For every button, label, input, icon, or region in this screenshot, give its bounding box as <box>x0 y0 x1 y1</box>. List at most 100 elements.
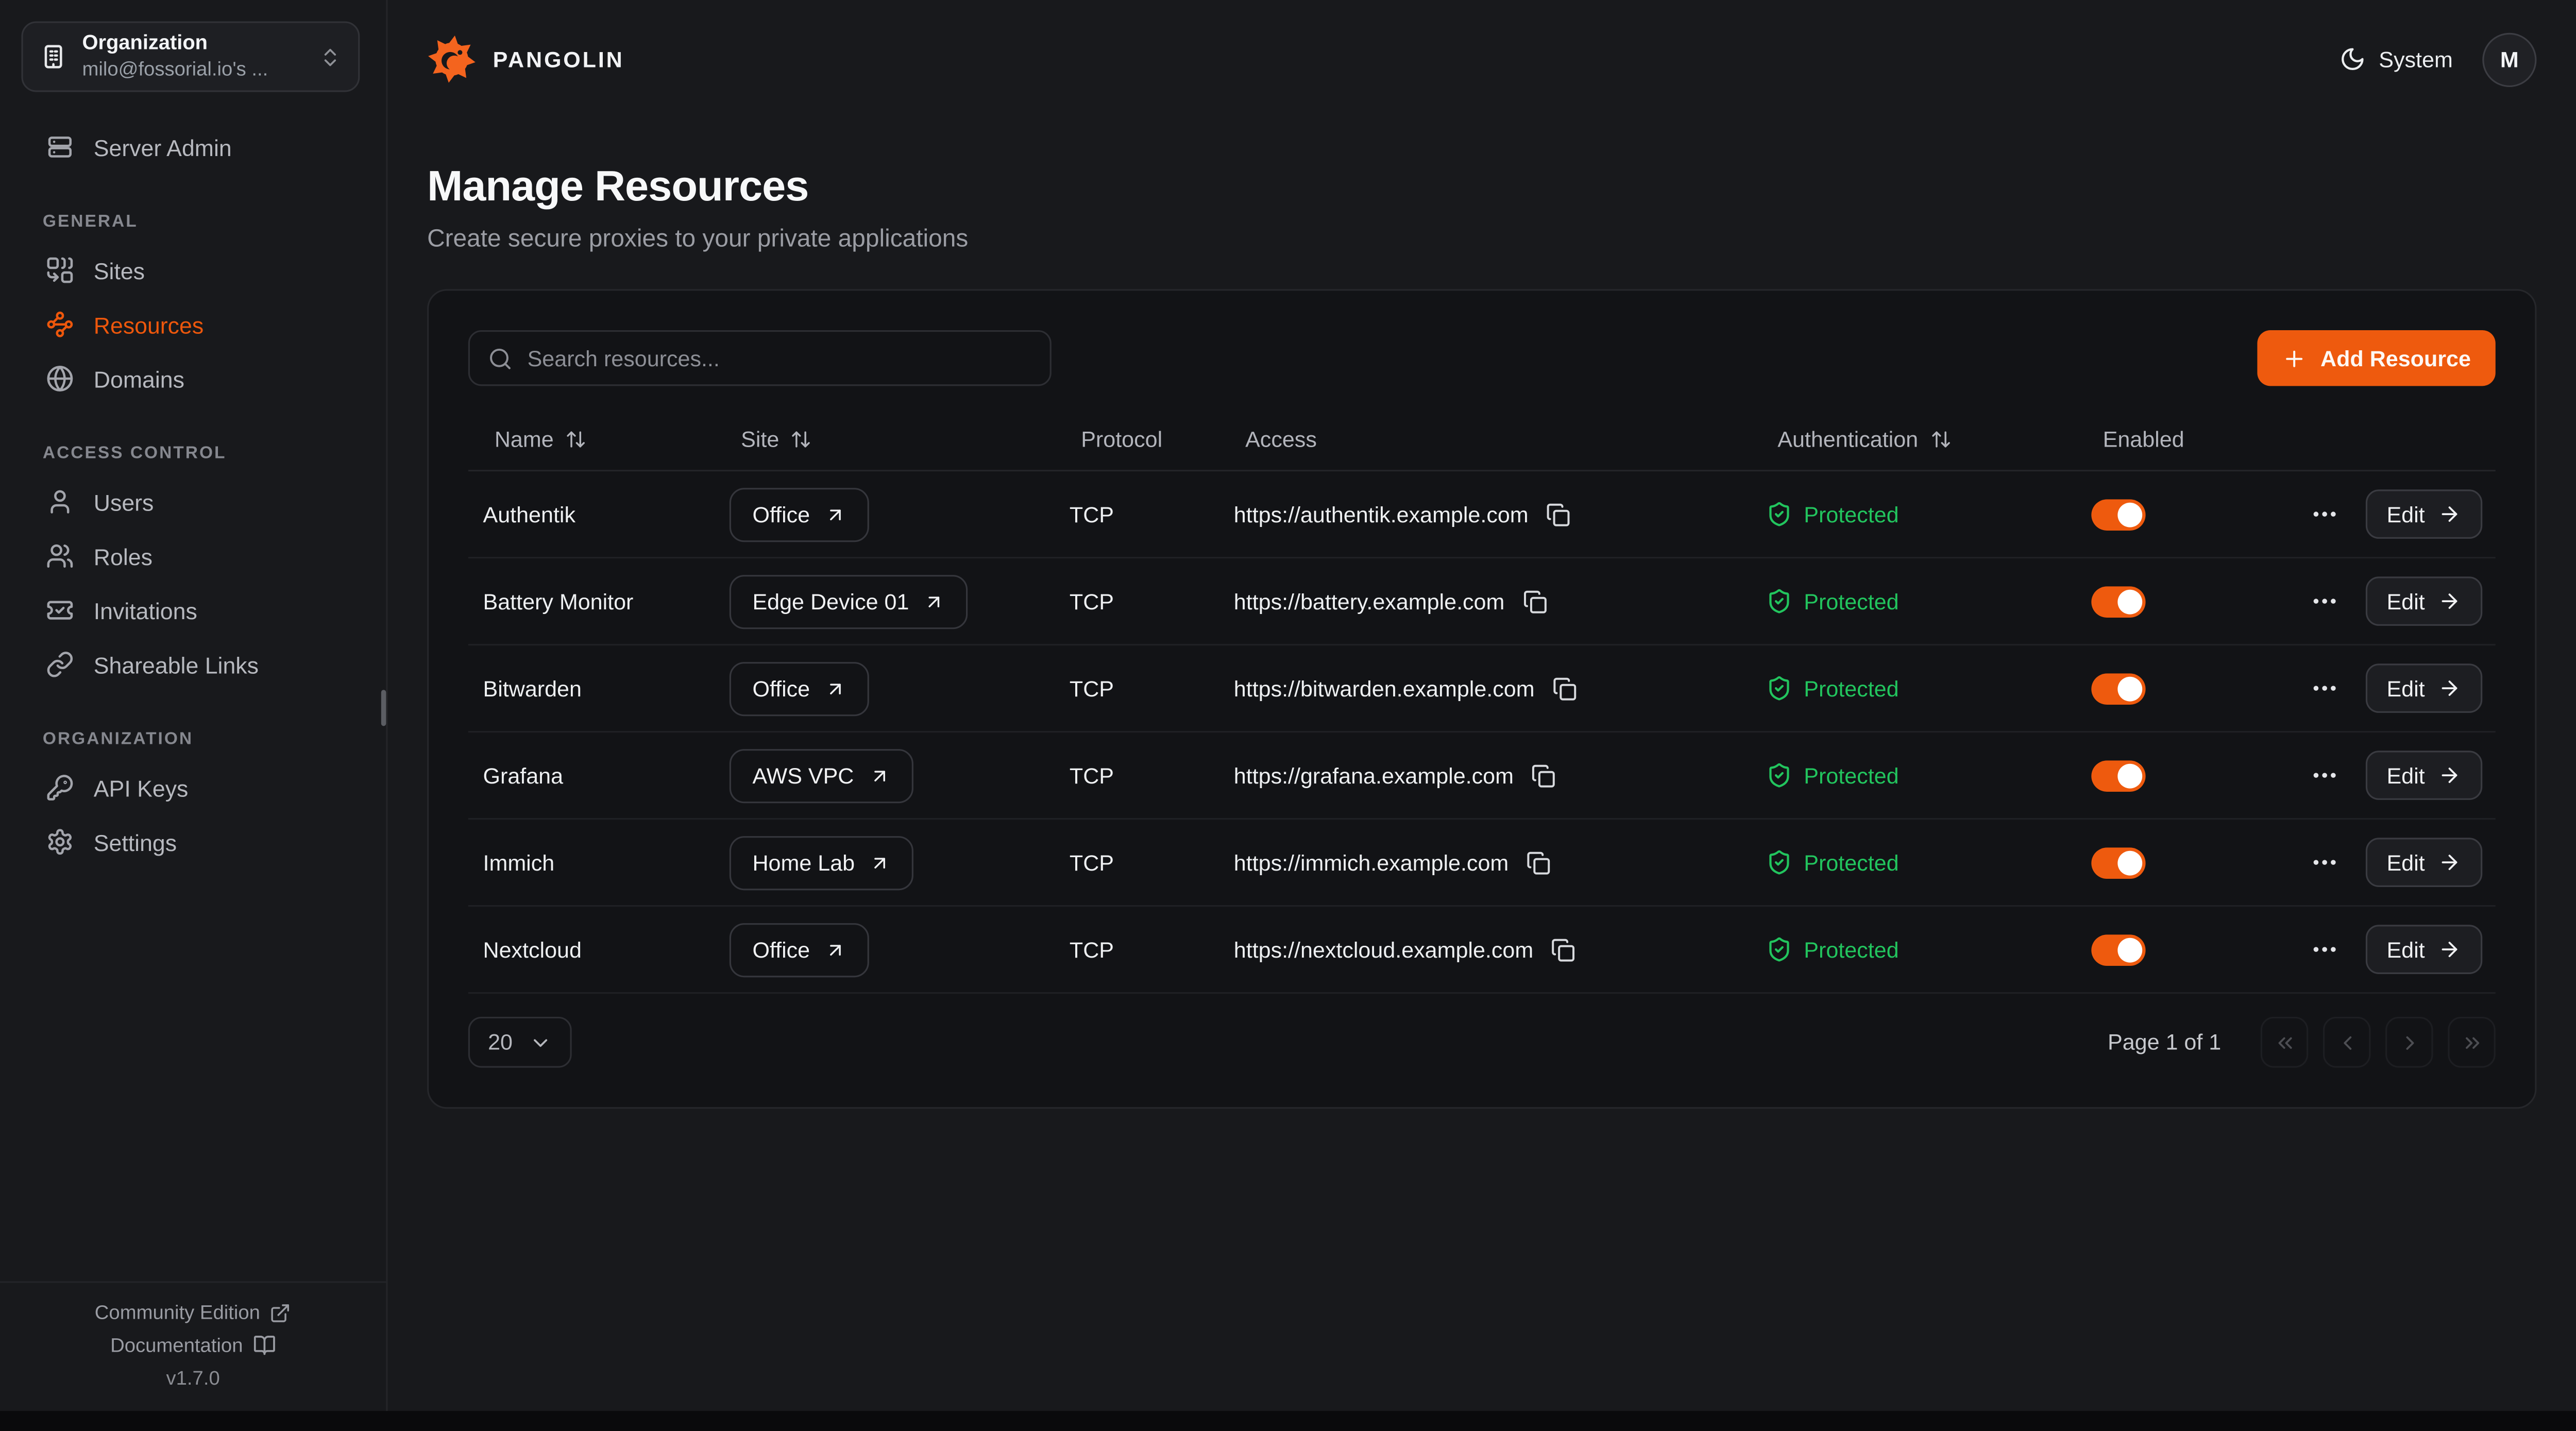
sidebar-item-api-keys[interactable]: API Keys <box>0 760 386 814</box>
sidebar-item-resources[interactable]: Resources <box>0 297 386 351</box>
edit-button[interactable]: Edit <box>2365 925 2482 974</box>
table-header: Name Site Protocol Access Authentication <box>468 409 2496 471</box>
resource-name: Nextcloud <box>468 937 715 962</box>
edit-button[interactable]: Edit <box>2365 489 2482 539</box>
enabled-toggle[interactable] <box>2091 673 2145 704</box>
theme-toggle[interactable]: System <box>2340 46 2453 72</box>
copy-icon[interactable] <box>1532 763 1556 788</box>
building-icon <box>40 43 67 71</box>
resource-protocol: TCP <box>1055 850 1219 875</box>
pangolin-logo-icon <box>427 35 477 84</box>
page-header: Manage Resources Create secure proxies t… <box>427 161 2536 253</box>
sidebar-resize-handle[interactable] <box>381 690 386 726</box>
row-menu-button[interactable] <box>2310 499 2339 529</box>
community-edition-link[interactable]: Community Edition <box>95 1301 292 1324</box>
chevrons-left-icon <box>2273 1031 2296 1054</box>
column-header-name[interactable]: Name <box>468 427 715 452</box>
enabled-toggle[interactable] <box>2091 847 2145 878</box>
row-menu-button[interactable] <box>2310 760 2339 790</box>
table-row: Battery Monitor Edge Device 01 TCP https… <box>468 558 2496 645</box>
sidebar-item-settings[interactable]: Settings <box>0 815 386 869</box>
auth-status: Protected <box>1751 936 2076 963</box>
resource-url: https://authentik.example.com <box>1234 502 1529 526</box>
documentation-link[interactable]: Documentation <box>110 1334 276 1357</box>
sidebar-item-label: Server Admin <box>94 134 232 160</box>
site-link-button[interactable]: Office <box>730 922 869 976</box>
last-page-button[interactable] <box>2448 1017 2495 1068</box>
arrow-right-icon <box>2438 938 2461 961</box>
enabled-toggle[interactable] <box>2091 586 2145 617</box>
sidebar-item-domains[interactable]: Domains <box>0 351 386 405</box>
site-link-button[interactable]: Office <box>730 661 869 715</box>
sidebar-item-roles[interactable]: Roles <box>0 529 386 583</box>
arrow-up-right-icon <box>825 503 846 524</box>
toggle-knob <box>2117 676 2142 701</box>
copy-icon[interactable] <box>1551 937 1576 962</box>
copy-icon[interactable] <box>1527 850 1551 875</box>
first-page-button[interactable] <box>2261 1017 2308 1068</box>
page-status: Page 1 of 1 <box>2108 1030 2221 1054</box>
card-toolbar: Add Resource <box>468 291 2496 386</box>
sidebar-item-label: Roles <box>94 543 152 569</box>
org-switcher[interactable]: Organization milo@fossorial.io's ... <box>21 21 360 92</box>
site-link-button[interactable]: AWS VPC <box>730 748 913 802</box>
page-size-value: 20 <box>488 1030 513 1054</box>
site-link-button[interactable]: Edge Device 01 <box>730 574 968 628</box>
row-menu-button[interactable] <box>2310 673 2339 703</box>
chevron-right-icon <box>2398 1031 2421 1054</box>
sidebar-item-server-admin[interactable]: Server Admin <box>0 120 386 174</box>
page-size-select[interactable]: 20 <box>468 1017 572 1068</box>
enabled-toggle[interactable] <box>2091 934 2145 965</box>
sidebar-item-invitations[interactable]: Invitations <box>0 583 386 637</box>
auth-status: Protected <box>1751 501 2076 527</box>
section-heading-general: GENERAL <box>43 212 386 231</box>
sidebar-item-label: Shareable Links <box>94 651 259 677</box>
pager-buttons <box>2261 1017 2496 1068</box>
arrow-up-right-icon <box>825 939 846 960</box>
resource-name: Grafana <box>468 763 715 788</box>
toggle-knob <box>2117 763 2142 788</box>
search-input[interactable] <box>528 346 1032 370</box>
resource-name: Authentik <box>468 502 715 526</box>
copy-icon[interactable] <box>1547 502 1571 526</box>
site-name: Home Lab <box>752 850 855 875</box>
sidebar-item-users[interactable]: Users <box>0 475 386 529</box>
enabled-toggle[interactable] <box>2091 499 2145 530</box>
edit-button[interactable]: Edit <box>2365 751 2482 800</box>
column-header-site[interactable]: Site <box>715 427 1055 452</box>
prev-page-button[interactable] <box>2323 1017 2370 1068</box>
sidebar-item-sites[interactable]: Sites <box>0 243 386 297</box>
site-link-button[interactable]: Home Lab <box>730 835 914 889</box>
theme-label: System <box>2379 47 2453 72</box>
ticket-check-icon <box>46 597 74 624</box>
copy-icon[interactable] <box>1522 589 1547 614</box>
site-link-button[interactable]: Office <box>730 487 869 541</box>
avatar[interactable]: M <box>2482 32 2536 86</box>
auth-status: Protected <box>1751 675 2076 702</box>
row-menu-button[interactable] <box>2310 847 2339 877</box>
top-bar: PANGOLIN System M <box>388 0 2576 118</box>
enabled-toggle[interactable] <box>2091 760 2145 791</box>
column-header-protocol: Protocol <box>1055 427 1219 452</box>
sidebar-item-label: Resources <box>94 311 204 337</box>
resource-name: Immich <box>468 850 715 875</box>
column-header-authentication[interactable]: Authentication <box>1751 427 2076 452</box>
org-switcher-value: milo@fossorial.io's ... <box>82 57 303 82</box>
sidebar-item-shareable-links[interactable]: Shareable Links <box>0 637 386 691</box>
next-page-button[interactable] <box>2385 1017 2433 1068</box>
sort-icon <box>791 429 812 450</box>
copy-icon[interactable] <box>1553 676 1578 701</box>
resource-protocol: TCP <box>1055 502 1219 526</box>
shield-check-icon <box>1766 501 1792 527</box>
edit-button[interactable]: Edit <box>2365 838 2482 887</box>
edit-button[interactable]: Edit <box>2365 663 2482 713</box>
add-resource-button[interactable]: Add Resource <box>2258 330 2496 386</box>
site-name: Office <box>752 676 810 701</box>
arrow-up-right-icon <box>924 590 945 611</box>
main-area: PANGOLIN System M Manage Resources Creat… <box>388 0 2576 1411</box>
arrow-right-icon <box>2438 677 2461 700</box>
row-menu-button[interactable] <box>2310 934 2339 964</box>
sidebar-nav: Server Admin GENERAL Sites Resources Domains… <box>0 120 386 869</box>
edit-button[interactable]: Edit <box>2365 576 2482 626</box>
row-menu-button[interactable] <box>2310 586 2339 616</box>
